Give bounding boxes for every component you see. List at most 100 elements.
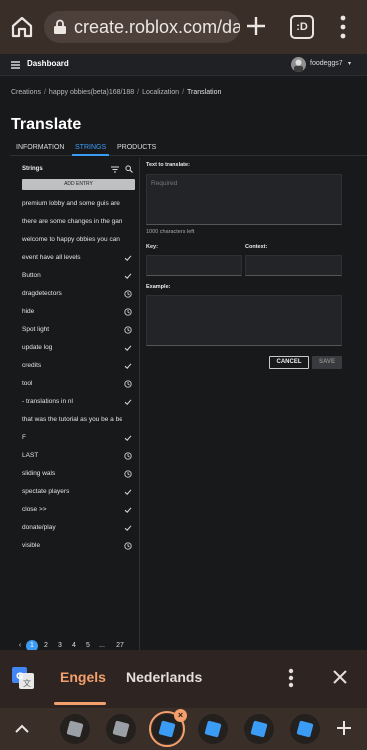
string-list-item[interactable]: credits [22, 360, 135, 372]
string-list-item[interactable]: LAST [22, 450, 135, 462]
string-text: event have all levels [22, 254, 81, 261]
string-list-item[interactable]: dragdetectors [22, 288, 135, 300]
check-icon [124, 399, 132, 405]
filter-icon[interactable] [111, 166, 119, 173]
dashboard-title[interactable]: Dashboard [27, 59, 69, 68]
string-list-item[interactable]: Spot light [22, 324, 135, 336]
add-tab-icon[interactable] [336, 720, 352, 736]
home-icon[interactable] [10, 15, 34, 39]
string-text: Button [22, 272, 41, 279]
tab-thumbnail-active[interactable]: × [149, 709, 187, 747]
clock-icon [124, 308, 132, 316]
close-tab-icon[interactable]: × [174, 709, 187, 722]
text-to-translate-input[interactable]: Required [146, 174, 342, 225]
string-list-item[interactable]: tool [22, 378, 135, 390]
tab-strings[interactable]: STRINGS [72, 142, 110, 156]
close-icon[interactable] [332, 669, 348, 685]
selected-language-indicator [54, 702, 106, 705]
check-icon [124, 255, 132, 261]
check-icon [124, 345, 132, 351]
tab-thumbnail[interactable] [290, 714, 320, 744]
username[interactable]: foodeggs7 [310, 60, 343, 67]
breadcrumb-experience[interactable]: happy obbies(beta)168/188 [49, 89, 134, 96]
tab-products[interactable]: PRODUCTS [117, 142, 156, 156]
new-tab-icon[interactable] [245, 15, 267, 37]
tab-thumbnail[interactable] [198, 714, 228, 744]
string-list-item[interactable]: there are some changes in the game [22, 216, 135, 228]
string-text: there are some changes in the game [22, 218, 122, 225]
hamburger-menu-icon[interactable] [11, 61, 20, 69]
breadcrumb: Creations / happy obbies(beta)168/188/Loca… [11, 89, 222, 96]
string-list-item[interactable]: premium lobby and some guis are b [22, 198, 135, 210]
tab-thumbnail[interactable] [60, 714, 90, 744]
url-text: create.roblox.com/dashboard/creations/ex… [74, 17, 240, 37]
string-list-item[interactable]: that was the tutorial as you be a bet [22, 414, 135, 426]
search-icon[interactable] [125, 165, 133, 173]
string-list-item[interactable]: donate/play [22, 522, 135, 534]
characters-left: 1000 characters left [146, 229, 195, 235]
text-placeholder: Required [151, 180, 178, 187]
address-bar[interactable]: create.roblox.com/dashboard/creations/ex… [44, 11, 240, 43]
string-text: sliding wals [22, 470, 56, 477]
main-content: Creations / happy obbies(beta)168/188/Loca… [0, 76, 367, 663]
avatar[interactable] [291, 57, 306, 72]
tab-bar: INFORMATION STRINGS PRODUCTS [10, 142, 367, 156]
clock-icon [124, 290, 132, 298]
clock-icon [124, 452, 132, 460]
tab-information[interactable]: INFORMATION [16, 142, 64, 156]
tab-thumbnail[interactable] [244, 714, 274, 744]
dashboard-header: Dashboard foodeggs7 ▾ [0, 54, 367, 76]
string-text: welcome to happy obbies you can p [22, 236, 122, 243]
string-text: spectate players [22, 488, 70, 495]
string-list-item[interactable]: close >> [22, 504, 135, 516]
clock-icon [124, 326, 132, 334]
check-icon [124, 489, 132, 495]
source-language-tab[interactable]: Engels [60, 669, 106, 685]
string-list-item[interactable]: spectate players [22, 486, 135, 498]
string-text: update log [22, 344, 53, 351]
example-input[interactable] [146, 295, 342, 346]
chevron-down-icon[interactable]: ▾ [348, 60, 351, 67]
breadcrumb-translation: Translation [187, 89, 222, 96]
tab-switcher-button[interactable]: :D [290, 15, 314, 39]
string-text: Spot light [22, 326, 50, 333]
key-label: Key: [146, 244, 158, 250]
breadcrumb-localization[interactable]: Localization [142, 89, 179, 96]
check-icon [124, 435, 132, 441]
string-text: donate/play [22, 524, 56, 531]
add-entry-button[interactable]: ADD ENTRY [22, 179, 135, 190]
key-input[interactable] [146, 255, 242, 276]
example-label: Example: [146, 284, 171, 290]
tab-strip: × [0, 708, 367, 750]
chevron-up-icon[interactable] [14, 721, 30, 737]
strings-panel: Strings ADD ENTRY premium lobby and some… [10, 158, 140, 663]
target-language-tab[interactable]: Nederlands [126, 669, 202, 685]
check-icon [124, 507, 132, 513]
tab-thumbnail[interactable] [106, 714, 136, 744]
cancel-button[interactable]: CANCEL [269, 356, 309, 369]
string-list-item[interactable]: F [22, 432, 135, 444]
string-list-item[interactable]: hide [22, 306, 135, 318]
string-list-item[interactable]: Button [22, 270, 135, 282]
string-text: credits [22, 362, 42, 369]
string-list-item[interactable]: - translations in nl [22, 396, 135, 408]
string-text: hide [22, 308, 35, 315]
context-input[interactable] [245, 255, 342, 276]
clock-icon [124, 470, 132, 478]
string-text: close >> [22, 506, 47, 513]
string-text: premium lobby and some guis are b [22, 200, 122, 207]
more-options-icon[interactable] [340, 14, 346, 40]
string-text: - translations in nl [22, 398, 73, 405]
more-options-icon[interactable] [288, 668, 294, 688]
save-button[interactable]: SAVE [312, 356, 342, 369]
breadcrumb-creations[interactable]: Creations [11, 89, 41, 96]
string-list-item[interactable]: visible [22, 540, 135, 552]
string-list-item[interactable]: sliding wals [22, 468, 135, 480]
string-list-item[interactable]: event have all levels [22, 252, 135, 264]
check-icon [124, 525, 132, 531]
clock-icon [124, 542, 132, 550]
string-list-item[interactable]: update log [22, 342, 135, 354]
google-translate-icon[interactable]: G 文 [12, 667, 34, 689]
string-list-item[interactable]: welcome to happy obbies you can p [22, 234, 135, 246]
user-avatar-icon [294, 59, 303, 72]
